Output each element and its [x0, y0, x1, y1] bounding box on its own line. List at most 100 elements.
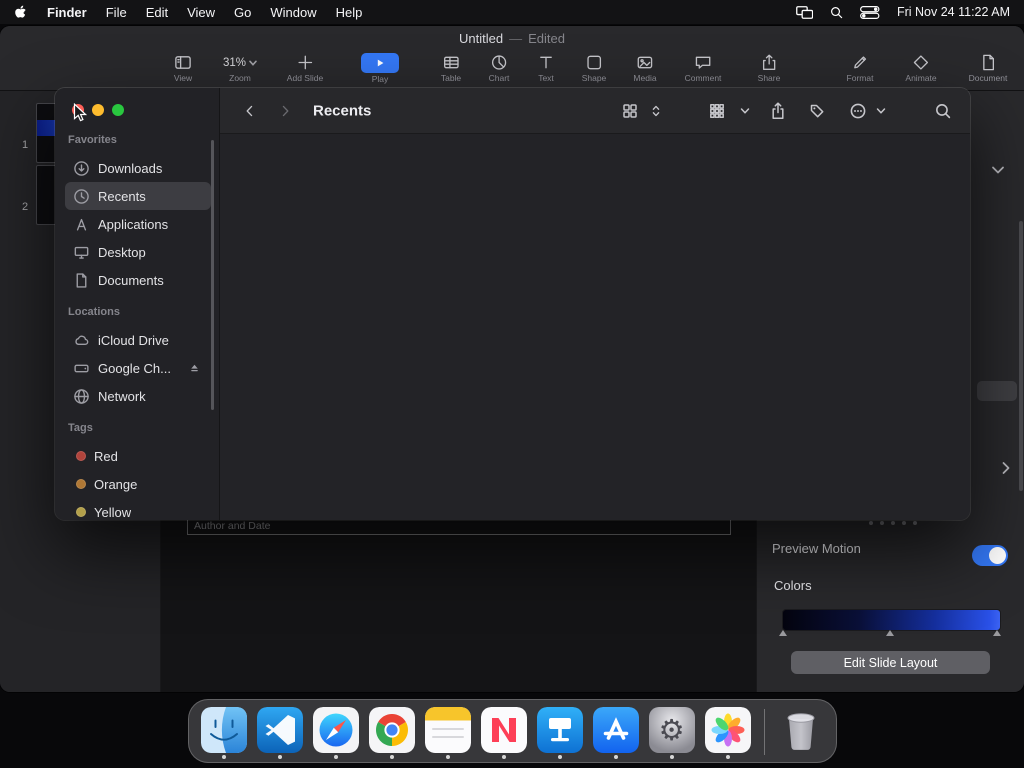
- shape-label: Shape: [581, 73, 607, 83]
- color-gradient-bar[interactable]: [782, 609, 1001, 631]
- dock-item-finder[interactable]: [200, 707, 247, 759]
- menu-file[interactable]: File: [106, 5, 127, 20]
- inspector-partial-button[interactable]: [977, 381, 1017, 401]
- edit-slide-layout-button[interactable]: Edit Slide Layout: [791, 651, 990, 674]
- chart-button[interactable]: Chart: [489, 53, 509, 83]
- sidebar-item-applications[interactable]: Applications: [65, 210, 211, 238]
- sidebar-item-label: Orange: [94, 476, 138, 492]
- document-button[interactable]: Document: [969, 53, 1007, 83]
- sidebar-item-icloud-drive[interactable]: iCloud Drive: [65, 326, 211, 354]
- tag-button[interactable]: [809, 103, 825, 119]
- menu-help[interactable]: Help: [336, 5, 363, 20]
- gradient-stop-left[interactable]: [779, 630, 787, 636]
- dock-item-settings[interactable]: ⚙: [648, 707, 695, 759]
- dock-item-chrome[interactable]: [368, 707, 415, 759]
- apple-logo-icon: [15, 5, 26, 18]
- sidebar-scrollbar[interactable]: [211, 140, 214, 410]
- media-label: Media: [633, 73, 657, 83]
- title-separator: —: [509, 30, 523, 46]
- forward-button[interactable]: [278, 103, 292, 119]
- animate-button[interactable]: Animate: [905, 53, 937, 83]
- running-indicator: [389, 755, 394, 759]
- dock-item-trash[interactable]: [778, 707, 824, 759]
- sidebar-item-recents[interactable]: Recents: [65, 182, 211, 210]
- media-button[interactable]: Media: [633, 53, 657, 83]
- back-button[interactable]: [243, 103, 257, 119]
- inspector-section-chevron-icon[interactable]: [991, 165, 1005, 175]
- sidebar-item-tag-orange[interactable]: Orange: [65, 470, 211, 498]
- add-slide-button[interactable]: Add Slide: [287, 53, 323, 83]
- view-options-button[interactable]: View: [174, 53, 193, 83]
- displays-icon: [796, 5, 814, 19]
- menubar-app-name[interactable]: Finder: [47, 5, 87, 20]
- menu-view[interactable]: View: [187, 5, 215, 20]
- dock-item-notes[interactable]: [424, 707, 471, 759]
- sidebar-item-tag-yellow[interactable]: Yellow: [65, 498, 211, 520]
- play-icon: [377, 59, 384, 67]
- minimize-button[interactable]: [92, 104, 104, 116]
- menu-window[interactable]: Window: [270, 5, 316, 20]
- apple-menu[interactable]: [14, 4, 28, 20]
- control-center-menu[interactable]: [860, 5, 880, 19]
- gradient-stop-middle[interactable]: [886, 630, 894, 636]
- dock-item-photos[interactable]: [704, 707, 751, 759]
- group-by-button[interactable]: [709, 103, 725, 119]
- search-button[interactable]: [935, 102, 952, 119]
- sidebar-item-network[interactable]: Network: [65, 382, 211, 410]
- inspector-scrollbar[interactable]: [1019, 221, 1023, 491]
- dock-item-keynote[interactable]: [536, 707, 583, 759]
- menu-edit[interactable]: Edit: [146, 5, 168, 20]
- yellow-tag-icon: [76, 507, 86, 517]
- sidebar-item-tag-red[interactable]: Red: [65, 442, 211, 470]
- comment-button[interactable]: Comment: [685, 53, 721, 83]
- play-button[interactable]: Play: [361, 53, 399, 84]
- eject-icon[interactable]: [188, 362, 201, 375]
- dock-item-app-store[interactable]: [592, 707, 639, 759]
- desktop-icon: [74, 246, 89, 259]
- more-actions-button[interactable]: [850, 102, 867, 119]
- table-button[interactable]: Table: [441, 53, 461, 83]
- sidebar-item-documents[interactable]: Documents: [65, 266, 211, 294]
- sidebar-item-label: Google Ch...: [98, 360, 171, 376]
- more-actions-chevron[interactable]: [876, 107, 886, 115]
- screen-mirroring-menu[interactable]: [796, 5, 814, 19]
- menubar-clock[interactable]: Fri Nov 24 11:22 AM: [897, 5, 1010, 19]
- preview-motion-toggle[interactable]: [972, 545, 1008, 566]
- group-grid-icon: [710, 103, 724, 118]
- sidebar-item-label: Recents: [98, 188, 146, 204]
- view-sidebar-icon: [175, 56, 191, 69]
- settings-app-icon: ⚙: [648, 707, 695, 753]
- sidebar-section-locations: Locations: [68, 306, 120, 318]
- dock-divider: [763, 709, 765, 755]
- sidebar-item-downloads[interactable]: Downloads: [65, 154, 211, 182]
- menu-go[interactable]: Go: [234, 5, 251, 20]
- share-button[interactable]: [770, 101, 786, 120]
- chevron-left-icon: [246, 105, 253, 116]
- format-button[interactable]: Format: [846, 53, 874, 83]
- shape-button[interactable]: Shape: [581, 53, 607, 83]
- inspector-disclosure-chevron-icon[interactable]: [1001, 461, 1011, 475]
- spotlight-menu[interactable]: [830, 6, 843, 19]
- dock-item-safari[interactable]: [312, 707, 359, 759]
- recents-clock-icon: [74, 188, 89, 204]
- zoom-control[interactable]: 31% Zoom: [223, 53, 257, 83]
- sidebar-item-google-drive[interactable]: Google Ch...: [65, 354, 211, 382]
- dock-item-news[interactable]: [480, 707, 527, 759]
- format-label: Format: [846, 73, 874, 83]
- icon-view-button[interactable]: [622, 103, 638, 119]
- gradient-stop-right[interactable]: [993, 630, 1001, 636]
- keynote-titlebar[interactable]: Untitled — Edited: [0, 26, 1024, 50]
- author-date-placeholder[interactable]: Author and Date: [187, 518, 731, 535]
- sidebar-item-desktop[interactable]: Desktop: [65, 238, 211, 266]
- zoom-button[interactable]: [112, 104, 124, 116]
- slide-pagination-dots[interactable]: [869, 521, 917, 525]
- finder-file-area[interactable]: [220, 134, 970, 520]
- news-app-icon: [480, 707, 527, 753]
- view-options-chevron[interactable]: [651, 104, 661, 118]
- safari-app-icon: [312, 707, 359, 753]
- add-slide-label: Add Slide: [286, 73, 324, 83]
- share-button[interactable]: Share: [758, 53, 780, 83]
- dock-item-vscode[interactable]: [256, 707, 303, 759]
- group-by-chevron[interactable]: [740, 107, 750, 115]
- text-button[interactable]: Text: [537, 53, 556, 83]
